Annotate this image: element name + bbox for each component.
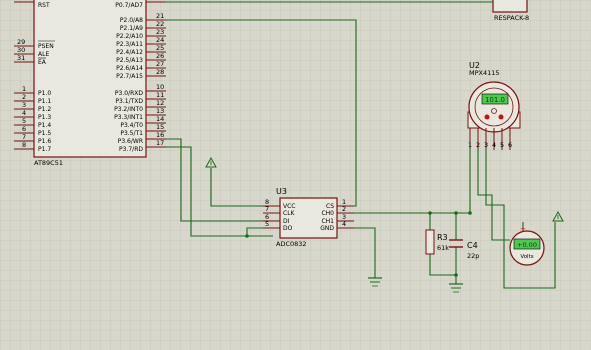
mcu-pin-name: P3.7/RD bbox=[119, 146, 143, 153]
respack[interactable]: RESPACK-8 bbox=[492, 0, 529, 22]
respack-body bbox=[492, 0, 528, 13]
mcu-pin-name: P3.3/INT1 bbox=[114, 114, 143, 121]
adc-pin-name: DI bbox=[283, 218, 290, 225]
sensor-pin-num: 1 bbox=[468, 141, 472, 149]
adc-pin-name: CH1 bbox=[321, 218, 334, 225]
adc-pin-num: 4 bbox=[342, 220, 346, 228]
mcu-pin-num: 1 bbox=[22, 85, 26, 93]
sensor-decrease-button[interactable] bbox=[498, 114, 504, 120]
mcu-pin-name: PSEN bbox=[38, 43, 54, 50]
mcu-pin-num: 14 bbox=[156, 115, 164, 123]
mcu-pin-name: ALE bbox=[38, 51, 49, 58]
r3-body bbox=[425, 229, 435, 255]
sensor-part: MPX4115 bbox=[469, 69, 500, 77]
voltmeter-unit: Volts bbox=[520, 254, 533, 260]
adc-pin-name: CH0 bbox=[321, 210, 334, 217]
mcu-pin-num: 9 bbox=[17, 0, 21, 2]
sensor-pin-num: 6 bbox=[508, 141, 512, 149]
mcu-pin-name: P3.0/RXD bbox=[115, 90, 143, 97]
mcu-pin-num: 4 bbox=[22, 109, 26, 117]
r3-value: 61k bbox=[437, 244, 449, 252]
mcu-pin-num: 11 bbox=[156, 91, 164, 99]
mcu-pin-name: P1.7 bbox=[38, 146, 51, 153]
adc-pin-num: 2 bbox=[342, 205, 346, 213]
mcu-pin-name: RST bbox=[38, 2, 50, 9]
sensor-reading: 101.0 bbox=[485, 96, 505, 104]
sensor-pin-num: 5 bbox=[500, 141, 504, 149]
mcu-pin-name: P1.5 bbox=[38, 130, 51, 137]
mcu-pin-num: 8 bbox=[22, 141, 26, 149]
mcu-pin-name: EA bbox=[38, 59, 47, 66]
c4-value: 22p bbox=[467, 252, 479, 260]
adc-part: ADC0832 bbox=[276, 240, 307, 248]
mcu-pin-num: 32 bbox=[156, 0, 164, 2]
mcu-pin-num: 28 bbox=[156, 68, 164, 76]
mcu-pin-num: 26 bbox=[156, 52, 164, 60]
adc-pin-name: DO bbox=[283, 225, 293, 232]
mcu-pin-name: P2.4/A12 bbox=[116, 49, 143, 56]
sensor-increase-button[interactable] bbox=[484, 114, 490, 120]
adc-pin-name: GND bbox=[320, 225, 334, 232]
schematic-canvas[interactable]: 9 RST 29 PSEN 30 ALE 31 EA 1 P1.0 2 P1.1… bbox=[0, 0, 591, 350]
mcu-pin-num: 30 bbox=[17, 46, 25, 54]
adc-pin-name: CS bbox=[326, 203, 334, 210]
mcu-pin-name: P2.3/A11 bbox=[116, 41, 143, 48]
mcu-pin-name: P2.7/A15 bbox=[116, 73, 143, 80]
mcu-pin-num: 29 bbox=[17, 38, 25, 46]
adc-pin-num: 5 bbox=[265, 220, 269, 228]
mcu-pin-num: 2 bbox=[22, 93, 26, 101]
respack-ref: RESPACK-8 bbox=[494, 14, 529, 22]
mcu-pin-num: 3 bbox=[22, 101, 26, 109]
mcu-pin-num: 17 bbox=[156, 139, 164, 147]
mcu-pin-name: P3.4/T0 bbox=[120, 122, 143, 129]
mcu-pin-num: 6 bbox=[22, 125, 26, 133]
adc-pin-name: VCC bbox=[283, 203, 295, 210]
mcu-pin-num: 12 bbox=[156, 99, 164, 107]
mcu-pin-name: P1.6 bbox=[38, 138, 51, 145]
mcu-pin-name: P3.6/WR bbox=[118, 138, 143, 145]
mcu-pin-name: P1.1 bbox=[38, 98, 51, 105]
c4-ref: C4 bbox=[467, 241, 478, 250]
mcu-pin-name: P2.2/A10 bbox=[116, 33, 143, 40]
mcu-pin-num: 21 bbox=[156, 12, 164, 20]
mcu-pin-num: 22 bbox=[156, 20, 164, 28]
adc-ref: U3 bbox=[276, 187, 287, 196]
mcu-pin-num: 13 bbox=[156, 107, 164, 115]
mcu-pin-name: P2.5/A13 bbox=[116, 57, 143, 64]
mcu-pin-num: 7 bbox=[22, 133, 26, 141]
mcu-pin-num: 16 bbox=[156, 131, 164, 139]
mcu-right-pins: 32 P0.7/AD7 21 P2.0/A8 22 P2.1/A9 23 P2.… bbox=[114, 0, 166, 153]
mcu-pin-name: P1.4 bbox=[38, 122, 51, 129]
r3-ref: R3 bbox=[437, 233, 448, 242]
sensor-pin-num: 3 bbox=[484, 141, 488, 149]
mcu-pin-name: P1.3 bbox=[38, 114, 51, 121]
mcu-pin-name: P3.2/INT0 bbox=[114, 106, 143, 113]
mcu-pin-num: 27 bbox=[156, 60, 164, 68]
mcu-ref: AT89C51 bbox=[34, 159, 63, 167]
sensor-pin-num: 2 bbox=[476, 141, 480, 149]
mcu-pin-num: 24 bbox=[156, 36, 164, 44]
mcu-pin-num: 31 bbox=[17, 54, 25, 62]
mcu-pin-num: 15 bbox=[156, 123, 164, 131]
mcu-pin-name: P3.5/T1 bbox=[120, 130, 143, 137]
mcu-pin-name: P3.1/TXD bbox=[115, 98, 143, 105]
voltmeter-reading: +0.00 bbox=[517, 241, 537, 249]
adc-pin-num: 7 bbox=[265, 205, 269, 213]
mcu-pin-name: P0.7/AD7 bbox=[115, 2, 143, 9]
mcu-at89c51[interactable]: 9 RST 29 PSEN 30 ALE 31 EA 1 P1.0 2 P1.1… bbox=[14, 0, 166, 167]
mcu-pin-name: P1.0 bbox=[38, 90, 51, 97]
mcu-pin-num: 5 bbox=[22, 117, 26, 125]
mcu-pin-name: P2.1/A9 bbox=[120, 25, 143, 32]
mcu-pin-num: 25 bbox=[156, 44, 164, 52]
mcu-pin-num: 10 bbox=[156, 83, 164, 91]
voltmeter-plus-terminal: + bbox=[520, 225, 526, 233]
adc-pin-name: CLK bbox=[283, 210, 296, 217]
sensor-pin-num: 4 bbox=[492, 141, 496, 149]
mcu-pin-num: 23 bbox=[156, 28, 164, 36]
sensor-body bbox=[468, 81, 520, 133]
mcu-pin-name: P1.2 bbox=[38, 106, 51, 113]
mcu-pin-name: P2.0/A8 bbox=[120, 17, 143, 24]
mcu-pin-name: P2.6/A14 bbox=[116, 65, 143, 72]
